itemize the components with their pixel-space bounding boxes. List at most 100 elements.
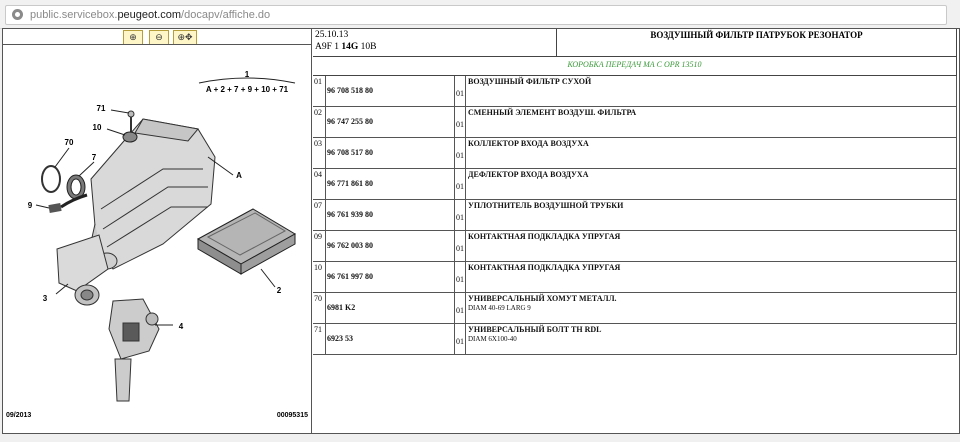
table-row[interactable]: 03 96 708 517 80 01 КОЛЛЕКТОР ВХОДА ВОЗДУХА — [313, 138, 957, 169]
page-title: ВОЗДУШНЫЙ ФИЛЬТР ПАТРУБОК РЕЗОНАТОР — [650, 30, 863, 40]
table-row[interactable]: 70 6981 K2 01 УНИВЕРСАЛЬНЫЙ ХОМУТ МЕТАЛЛ. DI… — [313, 293, 957, 324]
table-row[interactable]: 01 96 708 518 80 01 ВОЗДУШНЫЙ ФИЛЬТР СУХОЙ — [313, 76, 957, 107]
desc-cell: СМЕННЫЙ ЭЛЕМЕНТ ВОЗДУШ. ФИЛЬТРА — [466, 107, 957, 137]
part-reference[interactable]: 96 762 003 80 — [327, 241, 373, 251]
item-cell: 02 — [313, 107, 326, 137]
item-number: 70 — [314, 294, 322, 303]
item-cell: 03 — [313, 138, 326, 168]
item-number: 03 — [314, 139, 322, 148]
qty-cell: 01 — [455, 138, 466, 168]
item-cell: 01 — [313, 76, 326, 106]
item-number: 04 — [314, 170, 322, 179]
part-reference[interactable]: 96 708 518 80 — [327, 86, 373, 96]
part-reference[interactable]: 96 761 997 80 — [327, 272, 373, 282]
footer-date: 09/2013 — [6, 412, 31, 419]
item-number: 10 — [314, 263, 322, 272]
desc-cell: ВОЗДУШНЫЙ ФИЛЬТР СУХОЙ — [466, 76, 957, 106]
table-row[interactable]: 04 96 771 861 80 01 ДЕФЛЕКТОР ВХОДА ВОЗДУХА — [313, 169, 957, 200]
part-name: СМЕННЫЙ ЭЛЕМЕНТ ВОЗДУШ. ФИЛЬТРА — [468, 108, 637, 117]
diagram-pane: ⊕ ⊖ ⊕✥ 1 A + 2 + 7 + 9 + 10 + 71 71 10 7… — [3, 29, 312, 433]
item-number: 01 — [314, 77, 322, 86]
url-text[interactable]: public.servicebox.peugeot.com/docapv/aff… — [30, 8, 270, 22]
gearbox-subtitle: КОРОБКА ПЕРЕДАЧ МА С OPR 13510 — [567, 60, 702, 69]
desc-cell: УНИВЕРСАЛЬНЫЙ БОЛТ TH RDL DIAM 6X100-40 — [466, 324, 957, 354]
globe-icon — [12, 9, 23, 20]
qty-cell: 01 — [455, 169, 466, 199]
quantity: 01 — [456, 275, 464, 284]
desc-cell: УПЛОТНИТЕЛЬ ВОЗДУШНОЙ ТРУБКИ — [466, 200, 957, 230]
part-name: ДЕФЛЕКТОР ВХОДА ВОЗДУХА — [468, 170, 589, 179]
document-frame: ⊕ ⊖ ⊕✥ 1 A + 2 + 7 + 9 + 10 + 71 71 10 7… — [2, 28, 960, 434]
part-reference[interactable]: 96 708 517 80 — [327, 148, 373, 158]
qty-cell: 01 — [455, 262, 466, 292]
part-note: DIAM 6X100-40 — [468, 335, 517, 343]
air-deflector — [108, 298, 160, 402]
desc-cell: КОНТАКТНАЯ ПОДКЛАДКА УПРУГАЯ — [466, 231, 957, 261]
airbox-housing — [90, 118, 216, 270]
desc-cell: КОЛЛЕКТОР ВХОДА ВОЗДУХА — [466, 138, 957, 168]
ref-cell: 96 771 861 80 — [326, 169, 455, 199]
ref-cell: 6923 53 — [326, 324, 455, 354]
part-reference[interactable]: 96 771 861 80 — [327, 179, 373, 189]
table-row[interactable]: 07 96 761 939 80 01 УПЛОТНИТЕЛЬ ВОЗДУШНОЙ Т… — [313, 200, 957, 231]
header-title-cell: ВОЗДУШНЫЙ ФИЛЬТР ПАТРУБОК РЕЗОНАТОР — [557, 29, 957, 57]
part-reference[interactable]: 96 761 939 80 — [327, 210, 373, 220]
item-cell: 10 — [313, 262, 326, 292]
item-number: 09 — [314, 232, 322, 241]
table-row[interactable]: 71 6923 53 01 УНИВЕРСАЛЬНЫЙ БОЛТ TH RDL DIAM… — [313, 324, 957, 355]
item-number: 02 — [314, 108, 322, 117]
address-bar[interactable]: public.servicebox.peugeot.com/docapv/aff… — [5, 5, 947, 25]
quantity: 01 — [456, 120, 464, 129]
header-model: A9F 1 14G 10B — [315, 42, 377, 52]
quantity: 01 — [456, 337, 464, 346]
desc-cell: ДЕФЛЕКТОР ВХОДА ВОЗДУХА — [466, 169, 957, 199]
part-name: КОНТАКТНАЯ ПОДКЛАДКА УПРУГАЯ — [468, 263, 621, 272]
quantity: 01 — [456, 182, 464, 191]
ref-cell: 96 761 997 80 — [326, 262, 455, 292]
callout-2: 2 — [277, 286, 282, 295]
exploded-diagram: 1 A + 2 + 7 + 9 + 10 + 71 71 10 70 7 9 3… — [6, 70, 308, 419]
callout-70: 70 — [65, 138, 74, 147]
callout-71: 71 — [97, 104, 106, 113]
callout-10: 10 — [93, 123, 102, 132]
quantity: 01 — [456, 151, 464, 160]
quantity: 01 — [456, 213, 464, 222]
part-reference[interactable]: 96 747 255 80 — [327, 117, 373, 127]
callout-A: A — [236, 171, 242, 180]
item-number: 71 — [314, 325, 322, 334]
table-row[interactable]: 02 96 747 255 80 01 СМЕННЫЙ ЭЛЕМЕНТ ВОЗДУШ.… — [313, 107, 957, 138]
part-name: КОЛЛЕКТОР ВХОДА ВОЗДУХА — [468, 139, 589, 148]
part-reference[interactable]: 6923 53 — [327, 334, 353, 344]
item-cell: 07 — [313, 200, 326, 230]
item-cell: 09 — [313, 231, 326, 261]
part-name: КОНТАКТНАЯ ПОДКЛАДКА УПРУГАЯ — [468, 232, 621, 241]
table-row[interactable]: 10 96 761 997 80 01 КОНТАКТНАЯ ПОДКЛАДКА УП… — [313, 262, 957, 293]
footer-number: 00095315 — [277, 412, 308, 419]
item-cell: 04 — [313, 169, 326, 199]
qty-cell: 01 — [455, 293, 466, 323]
filter-element — [196, 208, 297, 275]
header-info: 25.10.13 A9F 1 14G 10B — [313, 29, 557, 57]
ref-cell: 96 761 939 80 — [326, 200, 455, 230]
qty-cell: 01 — [455, 76, 466, 106]
qty-cell: 01 — [455, 107, 466, 137]
part-reference[interactable]: 6981 K2 — [327, 303, 355, 313]
ref-cell: 6981 K2 — [326, 293, 455, 323]
part-name: УПЛОТНИТЕЛЬ ВОЗДУШНОЙ ТРУБКИ — [468, 201, 624, 210]
ref-cell: 96 708 518 80 — [326, 76, 455, 106]
quantity: 01 — [456, 306, 464, 315]
table-row[interactable]: 09 96 762 003 80 01 КОНТАКТНАЯ ПОДКЛАДКА УП… — [313, 231, 957, 262]
parts-table: 25.10.13 A9F 1 14G 10B ВОЗДУШНЫЙ ФИЛЬТР … — [313, 29, 958, 433]
intake-collector — [56, 234, 109, 306]
callout-7: 7 — [92, 153, 97, 162]
qty-cell: 01 — [455, 231, 466, 261]
callout-9: 9 — [28, 201, 33, 210]
browser-toolbar: public.servicebox.peugeot.com/docapv/aff… — [0, 0, 960, 29]
callout-3: 3 — [43, 294, 48, 303]
item-cell: 71 — [313, 324, 326, 354]
subtitle-cell: КОРОБКА ПЕРЕДАЧ МА С OPR 13510 — [313, 57, 957, 76]
item-number: 07 — [314, 201, 322, 210]
item-cell: 70 — [313, 293, 326, 323]
quantity: 01 — [456, 89, 464, 98]
callout-1: 1 — [245, 70, 250, 79]
